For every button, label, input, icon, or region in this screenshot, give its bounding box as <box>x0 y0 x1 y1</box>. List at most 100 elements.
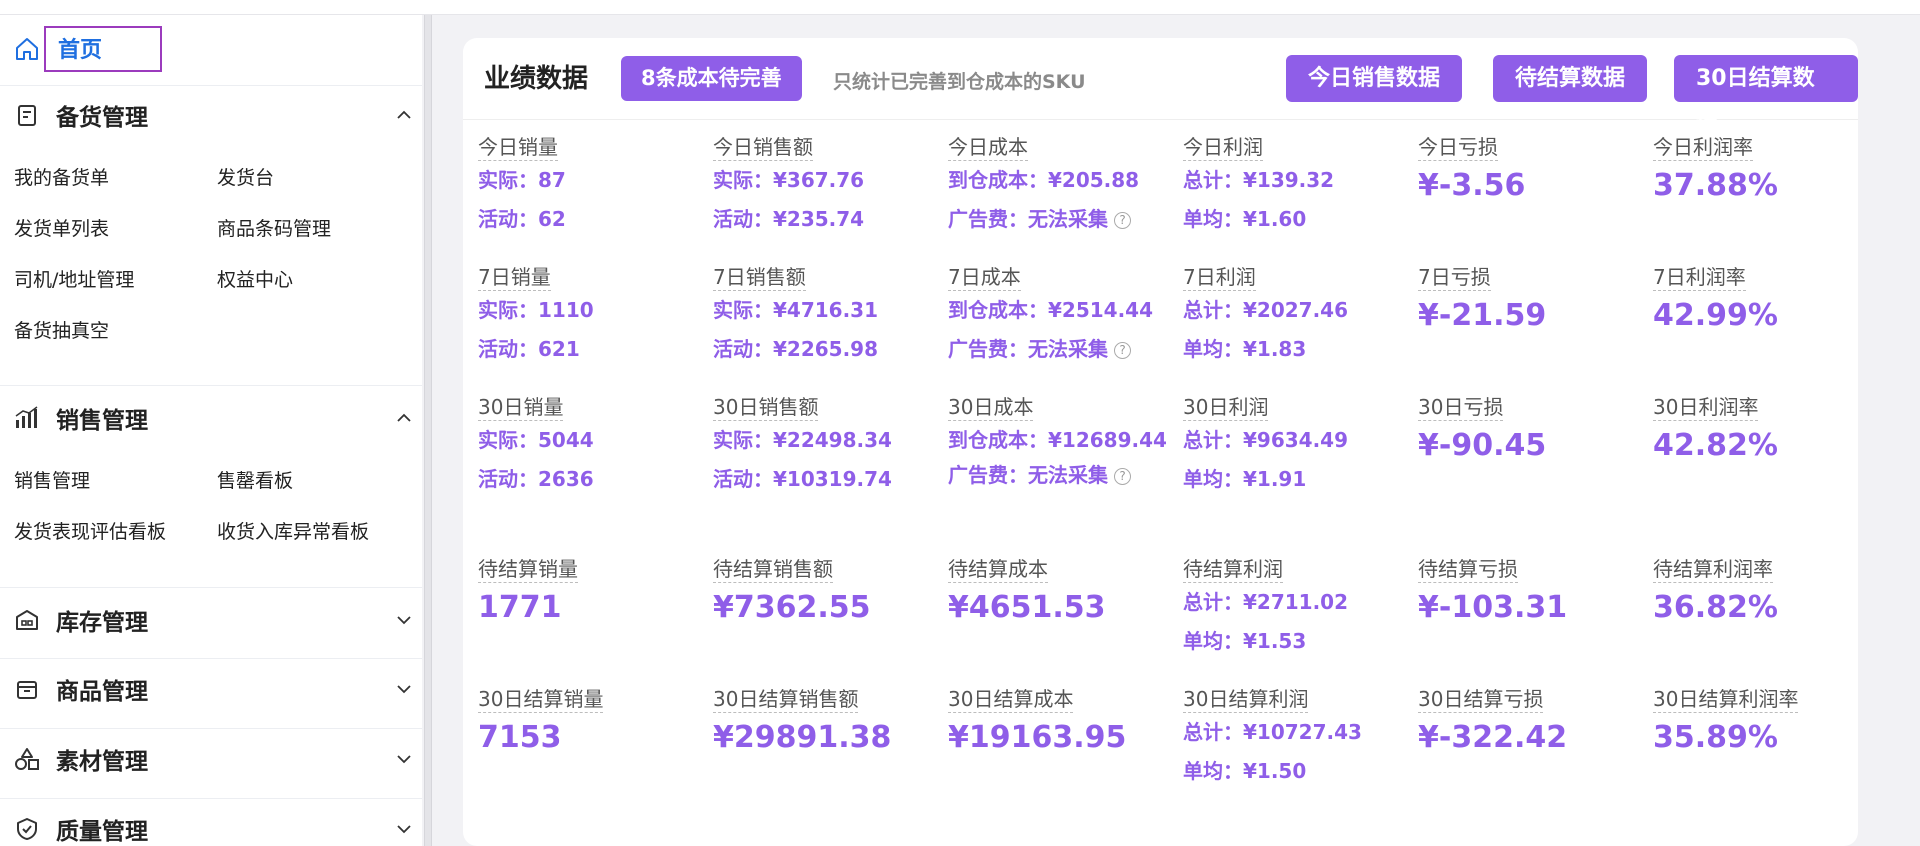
metric-value: 实际：¥367.76 <box>713 168 865 192</box>
metric-label[interactable]: 7日销量 <box>478 264 551 291</box>
metric-label[interactable]: 30日结算销量 <box>478 686 604 713</box>
metric-label[interactable]: 7日成本 <box>948 264 1021 291</box>
nav-item-shipping-performance[interactable]: 发货表现评估看板 <box>14 507 217 558</box>
metric-label[interactable]: 30日亏损 <box>1418 394 1504 421</box>
metric-value: 实际：¥4716.31 <box>713 298 879 322</box>
metric-ad-row: 广告费：无法采集? <box>948 200 1178 239</box>
top-bar <box>0 0 1920 15</box>
nav-section-quality: 质量管理 <box>0 799 422 846</box>
home-icon <box>14 36 40 62</box>
metric-label[interactable]: 7日销售额 <box>713 264 806 291</box>
metric-value: 7153 <box>478 720 562 755</box>
metric-label[interactable]: 30日结算利润率 <box>1653 686 1799 713</box>
nav-section-title: 商品管理 <box>56 679 148 705</box>
metric-30d-profit: 30日利润 总计：¥9634.49 单均：¥1.91 <box>1183 394 1413 499</box>
chevron-down-icon[interactable] <box>394 679 414 699</box>
chevron-down-icon[interactable] <box>394 749 414 769</box>
metric-label[interactable]: 30日结算亏损 <box>1418 686 1544 713</box>
metric-label[interactable]: 7日利润率 <box>1653 264 1746 291</box>
metric-label[interactable]: 今日亏损 <box>1418 134 1498 161</box>
metric-label[interactable]: 30日结算销售额 <box>713 686 859 713</box>
chevron-down-icon[interactable] <box>394 819 414 839</box>
metric-label[interactable]: 30日结算成本 <box>948 686 1074 713</box>
metric-value: 到仓成本：¥2514.44 <box>948 298 1154 322</box>
metric-value: 42.82% <box>1653 428 1778 463</box>
metric-value: ¥29891.38 <box>713 720 892 755</box>
help-icon[interactable]: ? <box>1114 468 1131 485</box>
pending-settlement-button[interactable]: 待结算数据 <box>1493 55 1648 102</box>
pending-cost-button[interactable]: 8条成本待完善 <box>621 56 802 101</box>
nav-section-products-header[interactable]: 商品管理 <box>0 659 422 719</box>
sidebar-resize-handle[interactable] <box>424 15 432 846</box>
nav-item-driver-address[interactable]: 司机/地址管理 <box>14 255 217 306</box>
nav-section-products: 商品管理 <box>0 659 422 719</box>
metric-value: 35.89% <box>1653 720 1778 755</box>
metric-label[interactable]: 待结算利润率 <box>1653 556 1773 583</box>
nav-section-stocking-header[interactable]: 备货管理 <box>0 85 422 145</box>
metric-label[interactable]: 30日销售额 <box>713 394 819 421</box>
metric-value: ¥-322.42 <box>1418 720 1568 755</box>
metric-value: 实际：1110 <box>478 298 594 322</box>
metric-label[interactable]: 待结算利润 <box>1183 556 1283 583</box>
nav-section-inventory-header[interactable]: 库存管理 <box>0 590 422 650</box>
shapes-icon <box>14 746 40 772</box>
metric-pending-rate: 待结算利润率 36.82% <box>1653 556 1883 633</box>
nav-item-shipment-list[interactable]: 发货单列表 <box>14 204 217 255</box>
metric-label[interactable]: 30日利润率 <box>1653 394 1759 421</box>
metric-7d-qty: 7日销量 实际：1110 活动：621 <box>478 264 708 369</box>
nav-section-quality-header[interactable]: 质量管理 <box>0 799 422 846</box>
nav-item-receiving-exceptions[interactable]: 收货入库异常看板 <box>217 507 420 558</box>
metric-value: ¥-103.31 <box>1418 590 1568 625</box>
metric-label[interactable]: 7日亏损 <box>1418 264 1491 291</box>
metric-value: 广告费：无法采集 <box>948 463 1108 487</box>
metric-label[interactable]: 30日成本 <box>948 394 1034 421</box>
chevron-down-icon[interactable] <box>394 610 414 630</box>
settled-30d-button[interactable]: 30日结算数据 <box>1674 55 1858 138</box>
metric-value: ¥-21.59 <box>1418 298 1547 333</box>
chevron-up-icon[interactable] <box>394 408 414 428</box>
metric-label[interactable]: 今日成本 <box>948 134 1028 161</box>
nav-section-materials-header[interactable]: 素材管理 <box>0 729 422 789</box>
metric-value: 1771 <box>478 590 562 625</box>
nav-section-sales-header[interactable]: 销售管理 <box>0 388 422 448</box>
help-icon[interactable]: ? <box>1114 342 1131 359</box>
metric-label[interactable]: 7日利润 <box>1183 264 1256 291</box>
metric-label[interactable]: 待结算成本 <box>948 556 1048 583</box>
metric-label[interactable]: 30日结算利润 <box>1183 686 1309 713</box>
nav-home-label[interactable]: 首页 <box>44 26 162 72</box>
metric-label[interactable]: 今日销售额 <box>713 134 813 161</box>
nav-item-sellout-board[interactable]: 售罄看板 <box>217 456 420 507</box>
metric-value: 到仓成本：¥12689.44 <box>948 428 1167 452</box>
today-sales-button[interactable]: 今日销售数据 <box>1286 55 1463 102</box>
bar-chart-icon <box>14 405 40 431</box>
metric-label[interactable]: 待结算销售额 <box>713 556 833 583</box>
metric-label[interactable]: 30日利润 <box>1183 394 1269 421</box>
warehouse-icon <box>14 607 40 633</box>
metric-label[interactable]: 30日销量 <box>478 394 564 421</box>
metric-label[interactable]: 待结算亏损 <box>1418 556 1518 583</box>
nav-item-barcode-management[interactable]: 商品条码管理 <box>217 204 420 255</box>
nav-home[interactable]: 首页 <box>14 26 162 72</box>
nav-item-vacuum[interactable]: 备货抽真空 <box>14 306 217 357</box>
card-header: 业绩数据 8条成本待完善 只统计已完善到仓成本的SKU 今日销售数据 待结算数据… <box>463 38 1858 138</box>
metric-today-rate: 今日利润率 37.88% <box>1653 134 1883 211</box>
box-icon <box>14 676 40 702</box>
metric-label[interactable]: 待结算销量 <box>478 556 578 583</box>
help-icon[interactable]: ? <box>1114 212 1131 229</box>
nav-item-my-stock-orders[interactable]: 我的备货单 <box>14 153 217 204</box>
metric-label[interactable]: 今日销量 <box>478 134 558 161</box>
metric-value: 广告费：无法采集 <box>948 337 1108 361</box>
metric-pending-sales: 待结算销售额 ¥7362.55 <box>713 556 943 633</box>
metric-value: 37.88% <box>1653 168 1778 203</box>
chevron-up-icon[interactable] <box>394 105 414 125</box>
metric-7d-rate: 7日利润率 42.99% <box>1653 264 1883 341</box>
nav-item-shipping-desk[interactable]: 发货台 <box>217 153 420 204</box>
metric-7d-sales: 7日销售额 实际：¥4716.31 活动：¥2265.98 <box>713 264 943 369</box>
metric-30d-cost: 30日成本 到仓成本：¥12689.44 广告费：无法采集? <box>948 394 1178 495</box>
nav-item-benefits-center[interactable]: 权益中心 <box>217 255 420 306</box>
metric-label[interactable]: 今日利润率 <box>1653 134 1753 161</box>
metric-settled-sales: 30日结算销售额 ¥29891.38 <box>713 686 943 763</box>
nav-item-sales-management[interactable]: 销售管理 <box>14 456 217 507</box>
metric-label[interactable]: 今日利润 <box>1183 134 1263 161</box>
metric-pending-qty: 待结算销量 1771 <box>478 556 708 633</box>
